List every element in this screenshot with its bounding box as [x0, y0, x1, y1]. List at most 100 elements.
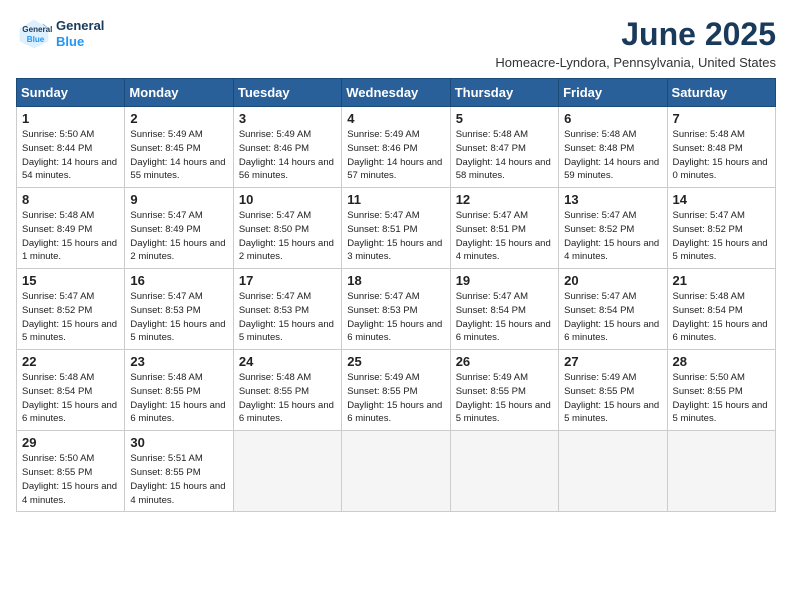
sunset-label: Sunset: 8:53 PM [347, 305, 417, 316]
day-number: 29 [22, 435, 119, 450]
sunset-label: Sunset: 8:49 PM [130, 224, 200, 235]
daylight-label: Daylight: 15 hours and 5 minutes. [564, 400, 659, 425]
sunset-label: Sunset: 8:48 PM [564, 143, 634, 154]
daylight-label: Daylight: 15 hours and 0 minutes. [673, 157, 768, 182]
calendar-week-5: 29 Sunrise: 5:50 AM Sunset: 8:55 PM Dayl… [17, 431, 776, 512]
calendar-week-3: 15 Sunrise: 5:47 AM Sunset: 8:52 PM Dayl… [17, 269, 776, 350]
sunrise-label: Sunrise: 5:47 AM [456, 291, 528, 302]
day-info: Sunrise: 5:48 AM Sunset: 8:49 PM Dayligh… [22, 209, 119, 264]
day-info: Sunrise: 5:48 AM Sunset: 8:48 PM Dayligh… [673, 128, 770, 183]
day-number: 17 [239, 273, 336, 288]
day-info: Sunrise: 5:47 AM Sunset: 8:52 PM Dayligh… [673, 209, 770, 264]
day-number: 21 [673, 273, 770, 288]
calendar-week-1: 1 Sunrise: 5:50 AM Sunset: 8:44 PM Dayli… [17, 107, 776, 188]
daylight-label: Daylight: 15 hours and 5 minutes. [673, 400, 768, 425]
calendar-cell: 20 Sunrise: 5:47 AM Sunset: 8:54 PM Dayl… [559, 269, 667, 350]
day-info: Sunrise: 5:47 AM Sunset: 8:53 PM Dayligh… [130, 290, 227, 345]
daylight-label: Daylight: 15 hours and 5 minutes. [456, 400, 551, 425]
sunset-label: Sunset: 8:55 PM [456, 386, 526, 397]
sunrise-label: Sunrise: 5:48 AM [130, 372, 202, 383]
calendar-cell: 4 Sunrise: 5:49 AM Sunset: 8:46 PM Dayli… [342, 107, 450, 188]
calendar-cell: 24 Sunrise: 5:48 AM Sunset: 8:55 PM Dayl… [233, 350, 341, 431]
daylight-label: Daylight: 15 hours and 6 minutes. [456, 319, 551, 344]
sunset-label: Sunset: 8:54 PM [22, 386, 92, 397]
sunrise-label: Sunrise: 5:48 AM [673, 129, 745, 140]
day-info: Sunrise: 5:49 AM Sunset: 8:55 PM Dayligh… [456, 371, 553, 426]
weekday-header-tuesday: Tuesday [233, 79, 341, 107]
sunrise-label: Sunrise: 5:49 AM [239, 129, 311, 140]
day-number: 25 [347, 354, 444, 369]
day-number: 7 [673, 111, 770, 126]
sunrise-label: Sunrise: 5:47 AM [239, 291, 311, 302]
daylight-label: Daylight: 14 hours and 58 minutes. [456, 157, 551, 182]
day-number: 13 [564, 192, 661, 207]
daylight-label: Daylight: 15 hours and 5 minutes. [673, 238, 768, 263]
daylight-label: Daylight: 15 hours and 2 minutes. [239, 238, 334, 263]
day-number: 8 [22, 192, 119, 207]
sunset-label: Sunset: 8:55 PM [239, 386, 309, 397]
daylight-label: Daylight: 15 hours and 2 minutes. [130, 238, 225, 263]
logo: General Blue General Blue [16, 16, 104, 52]
day-number: 22 [22, 354, 119, 369]
sunrise-label: Sunrise: 5:49 AM [347, 129, 419, 140]
sunset-label: Sunset: 8:54 PM [673, 305, 743, 316]
sunset-label: Sunset: 8:50 PM [239, 224, 309, 235]
weekday-header-monday: Monday [125, 79, 233, 107]
svg-text:General: General [22, 25, 52, 34]
sunset-label: Sunset: 8:52 PM [22, 305, 92, 316]
daylight-label: Daylight: 15 hours and 6 minutes. [673, 319, 768, 344]
sunset-label: Sunset: 8:51 PM [456, 224, 526, 235]
sunrise-label: Sunrise: 5:47 AM [564, 210, 636, 221]
daylight-label: Daylight: 15 hours and 4 minutes. [22, 481, 117, 506]
sunrise-label: Sunrise: 5:51 AM [130, 453, 202, 464]
day-info: Sunrise: 5:49 AM Sunset: 8:45 PM Dayligh… [130, 128, 227, 183]
day-info: Sunrise: 5:48 AM Sunset: 8:55 PM Dayligh… [239, 371, 336, 426]
sunrise-label: Sunrise: 5:48 AM [239, 372, 311, 383]
day-number: 4 [347, 111, 444, 126]
calendar-cell: 23 Sunrise: 5:48 AM Sunset: 8:55 PM Dayl… [125, 350, 233, 431]
day-number: 16 [130, 273, 227, 288]
calendar-cell [667, 431, 775, 512]
sunrise-label: Sunrise: 5:50 AM [22, 129, 94, 140]
location: Homeacre-Lyndora, Pennsylvania, United S… [495, 55, 776, 70]
day-info: Sunrise: 5:49 AM Sunset: 8:46 PM Dayligh… [347, 128, 444, 183]
calendar-header-row: SundayMondayTuesdayWednesdayThursdayFrid… [17, 79, 776, 107]
sunset-label: Sunset: 8:48 PM [673, 143, 743, 154]
day-number: 20 [564, 273, 661, 288]
day-info: Sunrise: 5:47 AM Sunset: 8:49 PM Dayligh… [130, 209, 227, 264]
daylight-label: Daylight: 15 hours and 1 minute. [22, 238, 117, 263]
sunrise-label: Sunrise: 5:47 AM [347, 210, 419, 221]
logo-text: General Blue [56, 18, 104, 49]
sunset-label: Sunset: 8:44 PM [22, 143, 92, 154]
calendar-cell: 5 Sunrise: 5:48 AM Sunset: 8:47 PM Dayli… [450, 107, 558, 188]
weekday-header-thursday: Thursday [450, 79, 558, 107]
calendar-cell: 29 Sunrise: 5:50 AM Sunset: 8:55 PM Dayl… [17, 431, 125, 512]
calendar-cell: 18 Sunrise: 5:47 AM Sunset: 8:53 PM Dayl… [342, 269, 450, 350]
sunset-label: Sunset: 8:54 PM [564, 305, 634, 316]
day-info: Sunrise: 5:47 AM Sunset: 8:53 PM Dayligh… [347, 290, 444, 345]
day-number: 6 [564, 111, 661, 126]
day-number: 3 [239, 111, 336, 126]
sunrise-label: Sunrise: 5:47 AM [347, 291, 419, 302]
sunrise-label: Sunrise: 5:47 AM [130, 291, 202, 302]
weekday-header-wednesday: Wednesday [342, 79, 450, 107]
sunset-label: Sunset: 8:46 PM [347, 143, 417, 154]
sunrise-label: Sunrise: 5:50 AM [22, 453, 94, 464]
daylight-label: Daylight: 15 hours and 4 minutes. [564, 238, 659, 263]
sunset-label: Sunset: 8:54 PM [456, 305, 526, 316]
daylight-label: Daylight: 15 hours and 4 minutes. [130, 481, 225, 506]
sunset-label: Sunset: 8:53 PM [239, 305, 309, 316]
calendar-cell: 11 Sunrise: 5:47 AM Sunset: 8:51 PM Dayl… [342, 188, 450, 269]
sunrise-label: Sunrise: 5:49 AM [456, 372, 528, 383]
sunset-label: Sunset: 8:46 PM [239, 143, 309, 154]
day-number: 12 [456, 192, 553, 207]
day-info: Sunrise: 5:48 AM Sunset: 8:54 PM Dayligh… [22, 371, 119, 426]
calendar-cell: 10 Sunrise: 5:47 AM Sunset: 8:50 PM Dayl… [233, 188, 341, 269]
calendar-cell: 21 Sunrise: 5:48 AM Sunset: 8:54 PM Dayl… [667, 269, 775, 350]
page-header: General Blue General Blue June 2025 Home… [16, 16, 776, 70]
day-number: 30 [130, 435, 227, 450]
daylight-label: Daylight: 15 hours and 4 minutes. [456, 238, 551, 263]
day-number: 24 [239, 354, 336, 369]
day-info: Sunrise: 5:49 AM Sunset: 8:55 PM Dayligh… [347, 371, 444, 426]
sunset-label: Sunset: 8:52 PM [564, 224, 634, 235]
